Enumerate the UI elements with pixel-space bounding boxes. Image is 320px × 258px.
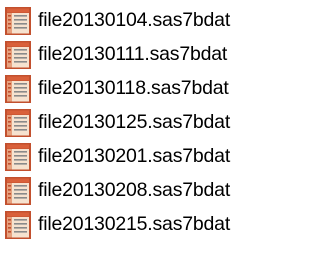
file-list-item[interactable]: file20130104.sas7bdat bbox=[2, 4, 278, 38]
sas-dataset-icon bbox=[2, 73, 34, 105]
file-name: file20130104.sas7bdat bbox=[38, 9, 231, 32]
file-name: file20130118.sas7bdat bbox=[38, 77, 229, 100]
sas-dataset-icon bbox=[2, 209, 34, 241]
file-list-item[interactable]: file20130125.sas7bdat bbox=[2, 106, 278, 140]
sas-dataset-icon bbox=[2, 107, 34, 139]
file-list-item[interactable]: file20130215.sas7bdat bbox=[2, 208, 278, 242]
file-name: file20130125.sas7bdat bbox=[38, 111, 231, 134]
sas-dataset-icon bbox=[2, 5, 34, 37]
sas-dataset-icon bbox=[2, 175, 34, 207]
file-list-item[interactable]: file20130118.sas7bdat bbox=[2, 72, 278, 106]
sas-dataset-icon bbox=[2, 39, 34, 71]
file-name: file20130111.sas7bdat bbox=[38, 43, 228, 66]
file-list-item[interactable]: file20130111.sas7bdat bbox=[2, 38, 278, 72]
file-list: file20130104.sas7bdat file20130111.sas7b… bbox=[2, 4, 278, 242]
sas-dataset-icon bbox=[2, 141, 34, 173]
file-name: file20130208.sas7bdat bbox=[38, 179, 231, 202]
file-list-item[interactable]: file20130201.sas7bdat bbox=[2, 140, 278, 174]
file-list-item[interactable]: file20130208.sas7bdat bbox=[2, 174, 278, 208]
file-name: file20130201.sas7bdat bbox=[38, 145, 231, 168]
file-name: file20130215.sas7bdat bbox=[38, 213, 231, 236]
